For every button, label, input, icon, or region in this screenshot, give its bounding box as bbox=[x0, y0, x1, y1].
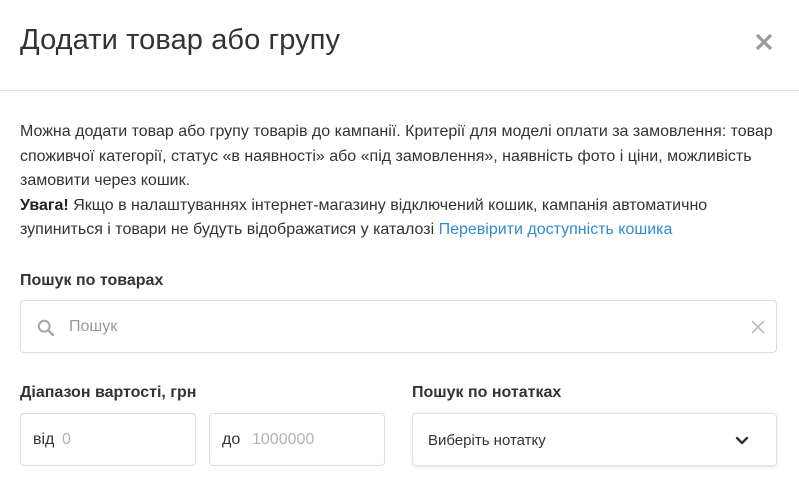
notes-search-label: Пошук по нотатках bbox=[412, 384, 562, 401]
notes-select[interactable]: Виберіть нотатку bbox=[412, 413, 777, 466]
dialog-description: Можна додати товар або групу товарів до … bbox=[20, 120, 780, 243]
close-icon[interactable] bbox=[752, 30, 776, 54]
search-icon bbox=[37, 319, 55, 337]
product-search-field bbox=[20, 300, 777, 353]
dialog-title: Додати товар або групу bbox=[20, 24, 341, 56]
chevron-down-icon bbox=[735, 434, 749, 446]
price-to-field: до bbox=[209, 413, 385, 466]
price-to-input[interactable] bbox=[252, 414, 377, 465]
price-from-input[interactable] bbox=[62, 414, 187, 465]
price-from-field: від bbox=[20, 413, 196, 466]
notes-select-value: Виберіть нотатку bbox=[428, 432, 546, 449]
check-cart-link[interactable]: Перевірити доступність кошика bbox=[439, 221, 673, 238]
warning-label: Увага! bbox=[20, 196, 69, 214]
product-search-label: Пошук по товарах bbox=[20, 272, 164, 289]
price-range-label: Діапазон вартості, грн bbox=[20, 384, 197, 401]
price-from-prefix: від bbox=[33, 431, 55, 448]
clear-icon[interactable] bbox=[750, 319, 766, 335]
description-text: Можна додати товар або групу товарів до … bbox=[20, 123, 773, 189]
product-search-input[interactable] bbox=[69, 301, 729, 352]
price-to-prefix: до bbox=[222, 431, 241, 448]
dialog-header: Додати товар або групу bbox=[0, 0, 799, 91]
